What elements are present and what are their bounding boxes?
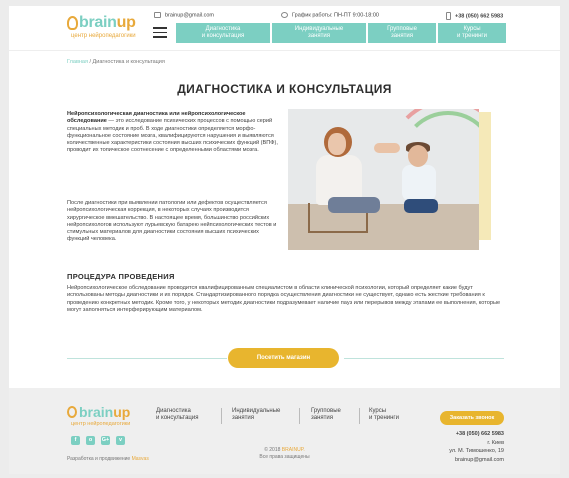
lightbulb-icon xyxy=(67,16,78,30)
footer: brainup центр нейропедагогики Диагностик… xyxy=(9,388,560,474)
google-plus-icon[interactable]: G+ xyxy=(101,436,110,445)
footer-nav-individual[interactable]: Индивидуальные занятия xyxy=(232,408,280,422)
viber-icon[interactable]: v xyxy=(116,436,125,445)
therapy-photo xyxy=(288,109,479,250)
procedure-text: Нейропсихологическое обследование провод… xyxy=(67,285,501,313)
footer-nav-courses[interactable]: Курсы и тренинги xyxy=(369,408,399,422)
instagram-icon[interactable]: o xyxy=(86,436,95,445)
footer-developer: Разработка и продвижение Masvas xyxy=(67,456,149,462)
footer-phone[interactable]: +38 (050) 662 5983 xyxy=(456,431,504,437)
envelope-icon xyxy=(154,12,161,18)
footer-logo[interactable]: brainup центр нейропедагогики xyxy=(67,404,147,434)
header-divider xyxy=(9,50,560,51)
intro-paragraph: Нейропсихологическая диагностика или ней… xyxy=(67,111,278,154)
breadcrumb-current: Диагностика и консультация xyxy=(92,59,165,65)
menu-burger-button[interactable] xyxy=(153,27,167,38)
footer-city: г. Киев xyxy=(487,440,504,446)
developer-link[interactable]: Masvas xyxy=(132,456,149,462)
brand-logo[interactable]: brainup центр нейропедагогики xyxy=(67,14,147,44)
header-phone[interactable]: +38 (050) 662 5983 xyxy=(446,12,503,20)
page-title: ДИАГНОСТИКА И КОНСУЛЬТАЦИЯ xyxy=(177,82,392,96)
clock-icon xyxy=(281,12,288,18)
request-call-button[interactable]: Заказать звонок xyxy=(440,411,504,425)
divider-right xyxy=(344,358,504,359)
breadcrumb-home-link[interactable]: Главная xyxy=(67,59,88,65)
header-email[interactable]: brainup@gmail.com xyxy=(154,12,214,18)
logo-word: brainup xyxy=(79,14,136,31)
facebook-icon[interactable]: f xyxy=(71,436,80,445)
footer-nav-diagnostics[interactable]: Диагностика и консультация xyxy=(156,408,198,422)
page: brainup центр нейропедагогики brainup@gm… xyxy=(9,6,560,474)
footer-nav-group[interactable]: Групповые занятия xyxy=(311,408,341,422)
main-nav: Диагностика и консультация Индивидуальные… xyxy=(176,23,506,43)
social-links: f o G+ v xyxy=(71,436,125,445)
visit-store-button[interactable]: Посетить магазин xyxy=(228,348,339,368)
procedure-heading: ПРОЦЕДУРА ПРОВЕДЕНИЯ xyxy=(67,272,175,281)
nav-item-individual[interactable]: Индивидуальные занятия xyxy=(272,23,366,43)
breadcrumb: Главная / Диагностика и консультация xyxy=(67,59,165,65)
phone-icon xyxy=(446,12,451,20)
divider-left xyxy=(67,358,227,359)
logo-subtitle: центр нейропедагогики xyxy=(71,33,136,39)
header-schedule: График работы: ПН-ПТ 9:00-18:00 xyxy=(281,12,379,18)
nav-item-group[interactable]: Групповые занятия xyxy=(368,23,436,43)
nav-item-diagnostics[interactable]: Диагностика и консультация xyxy=(176,23,270,43)
nav-item-courses[interactable]: Курсы и тренинги xyxy=(438,23,506,43)
lightbulb-icon xyxy=(67,406,77,418)
second-paragraph: После диагностики при выявлении патологи… xyxy=(67,200,277,243)
